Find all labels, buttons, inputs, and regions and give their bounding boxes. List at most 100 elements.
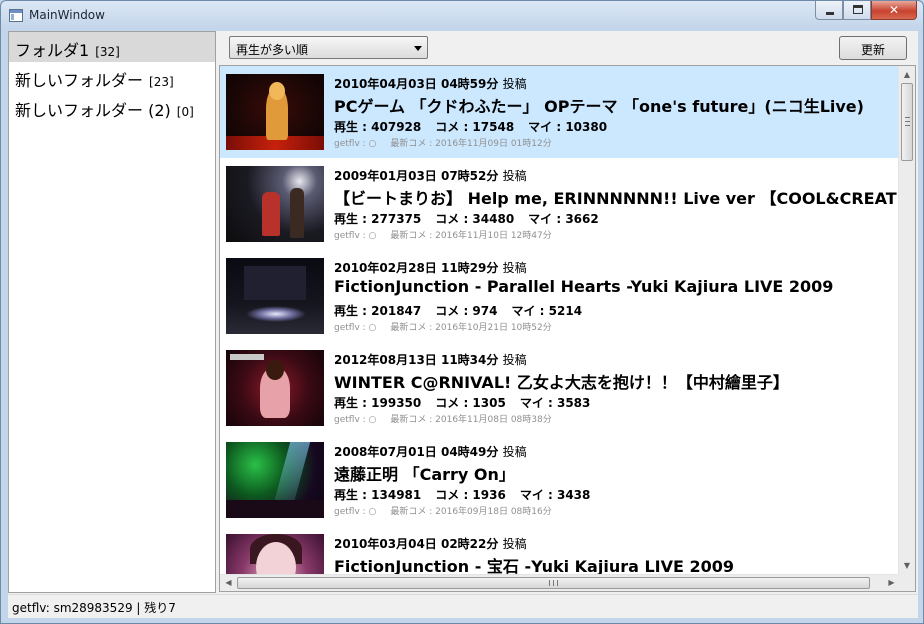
sort-order-select[interactable]: 再生が多い順: [229, 36, 428, 59]
scroll-down-arrow-icon[interactable]: ▼: [899, 557, 915, 574]
close-icon: ✕: [888, 3, 900, 17]
last-comment: 最新コメ : 2016年11月09日 01時12分: [390, 139, 552, 149]
video-thumbnail: [226, 442, 324, 518]
posted-label: 投稿: [502, 261, 527, 275]
post-date-value: 2010年02月28日 11時29分: [334, 261, 499, 275]
caption-buttons: ✕: [815, 1, 917, 21]
maximize-button[interactable]: [843, 1, 871, 20]
comment-count: コメ : 1305: [435, 396, 506, 410]
posted-label: 投稿: [502, 169, 527, 183]
video-row[interactable]: 2010年04月03日 04時59分 投稿 PCゲーム 「クドわふたー」 OPテ…: [220, 66, 900, 158]
getflv-status: getflv : ○: [334, 139, 377, 149]
video-stats: 再生 : 201847 コメ : 974 マイ : 5214: [334, 302, 582, 319]
post-date: 2010年04月03日 04時59分 投稿: [334, 75, 527, 92]
post-date: 2010年02月28日 11時29分 投稿: [334, 259, 527, 276]
play-count: 再生 : 201847: [334, 304, 422, 318]
video-rows: 2010年04月03日 04時59分 投稿 PCゲーム 「クドわふたー」 OPテ…: [220, 66, 900, 574]
video-thumbnail: [226, 534, 324, 574]
minimize-icon: [826, 12, 834, 15]
video-stats: 再生 : 277375 コメ : 34480 マイ : 3662: [334, 210, 599, 227]
video-meta: getflv : ○ 最新コメ : 2016年10月21日 10時52分: [334, 320, 552, 333]
posted-label: 投稿: [502, 445, 527, 459]
folder-name: 新しいフォルダー: [15, 71, 144, 90]
post-date: 2010年03月04日 02時22分 投稿: [334, 535, 527, 552]
vertical-scrollbar[interactable]: ▲ ▼: [898, 66, 915, 574]
video-thumbnail: [226, 74, 324, 150]
folder-count: [0]: [176, 105, 194, 119]
folder-count: [23]: [149, 75, 174, 89]
folder-item[interactable]: 新しいフォルダー (2) [0]: [9, 92, 215, 122]
video-row[interactable]: 2010年02月28日 11時29分 投稿 FictionJunction - …: [220, 250, 900, 342]
video-stats: 再生 : 134981 コメ : 1936 マイ : 3438: [334, 486, 590, 503]
scroll-left-arrow-icon[interactable]: ◀: [220, 575, 237, 591]
vertical-scroll-thumb[interactable]: [901, 83, 913, 161]
status-bar: getflv: sm28983529 | 残り7: [8, 594, 918, 618]
last-comment: 最新コメ : 2016年11月08日 08時38分: [390, 415, 552, 425]
post-date: 2012年08月13日 11時34分 投稿: [334, 351, 527, 368]
folder-name: 新しいフォルダー (2): [15, 101, 171, 120]
close-button[interactable]: ✕: [871, 1, 917, 20]
video-title: WINTER C@RNIVAL! 乙女よ大志を抱け！！【中村繪里子】: [334, 373, 789, 392]
video-title: FictionJunction - Parallel Hearts -Yuki …: [334, 277, 834, 296]
video-list[interactable]: 2010年04月03日 04時59分 投稿 PCゲーム 「クドわふたー」 OPテ…: [219, 65, 916, 592]
mylist-count: マイ : 3662: [528, 212, 599, 226]
horizontal-scrollbar[interactable]: ◀ ▶: [220, 574, 900, 591]
post-date-value: 2012年08月13日 11時34分: [334, 353, 499, 367]
dropdown-arrow-icon: [414, 46, 422, 51]
video-thumbnail: [226, 258, 324, 334]
folder-count: [32]: [95, 45, 120, 59]
video-meta: getflv : ○ 最新コメ : 2016年11月08日 08時38分: [334, 412, 552, 425]
folder-item[interactable]: 新しいフォルダー [23]: [9, 62, 215, 92]
play-count: 再生 : 407928: [334, 120, 422, 134]
post-date: 2008年07月01日 04時49分 投稿: [334, 443, 527, 460]
post-date-value: 2008年07月01日 04時49分: [334, 445, 499, 459]
getflv-status: getflv : ○: [334, 415, 377, 425]
getflv-status: getflv : ○: [334, 323, 377, 333]
play-count: 再生 : 277375: [334, 212, 422, 226]
video-title: PCゲーム 「クドわふたー」 OPテーマ 「one's future」(ニコ生L…: [334, 97, 864, 116]
posted-label: 投稿: [502, 537, 527, 551]
title-bar[interactable]: MainWindow ✕: [1, 1, 923, 31]
video-meta: getflv : ○ 最新コメ : 2016年09月18日 08時16分: [334, 504, 552, 517]
video-title: FictionJunction - 宝石 -Yuki Kajiura LIVE …: [334, 557, 735, 574]
post-date: 2009年01月03日 07時52分 投稿: [334, 167, 527, 184]
video-row[interactable]: 2012年08月13日 11時34分 投稿 WINTER C@RNIVAL! 乙…: [220, 342, 900, 434]
video-meta: getflv : ○ 最新コメ : 2016年11月10日 12時47分: [334, 228, 552, 241]
video-meta: getflv : ○ 最新コメ : 2016年11月09日 01時12分: [334, 136, 552, 149]
video-thumbnail: [226, 166, 324, 242]
post-date-value: 2010年03月04日 02時22分: [334, 537, 499, 551]
video-row[interactable]: 2009年01月03日 07時52分 投稿 【ビートまりお】 Help me, …: [220, 158, 900, 250]
window-title: MainWindow: [29, 8, 105, 22]
maximize-icon: [853, 5, 863, 14]
video-stats: 再生 : 407928 コメ : 17548 マイ : 10380: [334, 118, 607, 135]
last-comment: 最新コメ : 2016年10月21日 10時52分: [390, 323, 552, 333]
horizontal-scroll-thumb[interactable]: [237, 577, 870, 589]
video-thumbnail: [226, 350, 324, 426]
comment-count: コメ : 974: [435, 304, 498, 318]
app-window-icon: [9, 9, 23, 22]
refresh-button[interactable]: 更新: [839, 36, 907, 60]
client-area: フォルダ1 [32] 新しいフォルダー [23] 新しいフォルダー (2) [0] 再…: [8, 31, 918, 618]
mylist-count: マイ : 5214: [511, 304, 583, 318]
comment-count: コメ : 34480: [435, 212, 515, 226]
comment-count: コメ : 17548: [435, 120, 515, 134]
folder-name: フォルダ1: [15, 41, 90, 60]
video-title: 遠藤正明 「Carry On」: [334, 465, 515, 484]
mylist-count: マイ : 3583: [519, 396, 591, 410]
scrollbar-corner: [898, 574, 915, 591]
scroll-up-arrow-icon[interactable]: ▲: [899, 66, 915, 83]
main-window: MainWindow ✕ フォルダ1 [32] 新しいフォルダー [23] 新しいフ…: [0, 0, 924, 624]
post-date-value: 2009年01月03日 07時52分: [334, 169, 499, 183]
video-row[interactable]: 2010年03月04日 02時22分 投稿 FictionJunction - …: [220, 526, 900, 574]
minimize-button[interactable]: [815, 1, 843, 20]
posted-label: 投稿: [502, 77, 527, 91]
play-count: 再生 : 134981: [334, 488, 422, 502]
last-comment: 最新コメ : 2016年09月18日 08時16分: [390, 507, 552, 517]
video-row[interactable]: 2008年07月01日 04時49分 投稿 遠藤正明 「Carry On」 再生…: [220, 434, 900, 526]
folder-list[interactable]: フォルダ1 [32] 新しいフォルダー [23] 新しいフォルダー (2) [0]: [8, 31, 216, 593]
play-count: 再生 : 199350: [334, 396, 422, 410]
folder-item[interactable]: フォルダ1 [32]: [9, 32, 215, 62]
video-title: 【ビートまりお】 Help me, ERINNNNNN!! Live ver 【…: [334, 189, 900, 208]
posted-label: 投稿: [502, 353, 527, 367]
post-date-value: 2010年04月03日 04時59分: [334, 77, 499, 91]
